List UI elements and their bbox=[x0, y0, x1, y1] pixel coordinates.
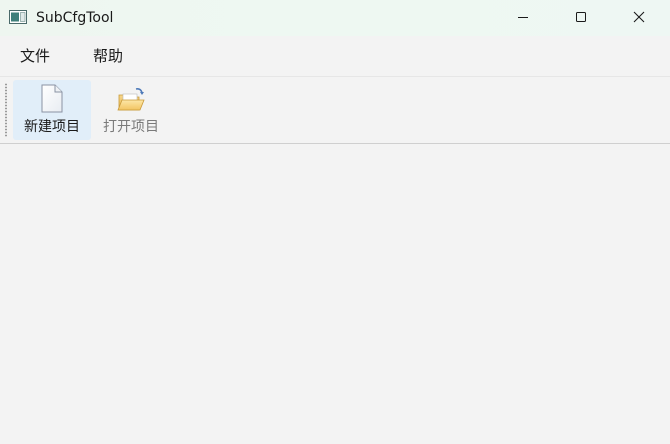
toolbar-grip-handle[interactable] bbox=[5, 83, 7, 137]
app-window-icon bbox=[9, 10, 27, 24]
main-content-area bbox=[0, 144, 670, 444]
title-bar[interactable]: SubCfgTool bbox=[0, 0, 670, 36]
window-title: SubCfgTool bbox=[36, 10, 114, 26]
new-document-icon bbox=[41, 84, 63, 113]
open-folder-icon bbox=[117, 88, 145, 111]
open-project-label: 打开项目 bbox=[103, 119, 159, 135]
close-button[interactable] bbox=[616, 0, 662, 34]
menu-bar: 文件 帮助 bbox=[0, 36, 670, 77]
minimize-icon bbox=[518, 17, 528, 18]
app-window: SubCfgTool 文件 帮助 新建项目 打开项目 bbox=[0, 0, 670, 444]
open-project-button[interactable]: 打开项目 bbox=[92, 80, 170, 140]
maximize-button[interactable] bbox=[558, 0, 604, 34]
menu-help[interactable]: 帮助 bbox=[91, 46, 125, 66]
toolbar: 新建项目 打开项目 bbox=[0, 77, 670, 144]
new-project-button[interactable]: 新建项目 bbox=[13, 80, 91, 140]
minimize-button[interactable] bbox=[500, 0, 546, 34]
close-icon bbox=[633, 11, 645, 23]
maximize-icon bbox=[576, 12, 586, 22]
menu-file[interactable]: 文件 bbox=[18, 46, 52, 66]
new-project-label: 新建项目 bbox=[24, 119, 80, 135]
